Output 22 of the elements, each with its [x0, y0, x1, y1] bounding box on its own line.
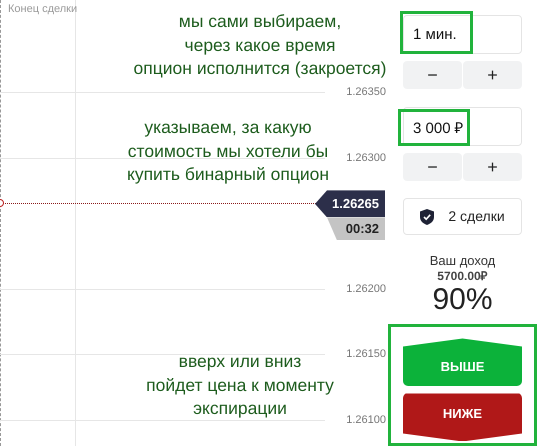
timer-tag: 00:32	[327, 217, 385, 240]
price-level-label: 1.26100	[346, 412, 386, 428]
price-level-label: 1.26350	[346, 84, 386, 100]
value-field[interactable]: 1 мин.	[403, 15, 522, 54]
price-level-label: 1.26200	[346, 281, 386, 296]
income-label: Ваш доход	[428, 253, 496, 269]
annotation-text: мы сами выбираем, через какое время опцион исполнится (закроется)	[134, 10, 386, 80]
lower-button[interactable]: НИЖЕ	[403, 393, 522, 442]
payout-percent: 90%	[431, 282, 494, 318]
price-level-label: 1.26300	[346, 150, 386, 166]
price-level-label: 1.26150	[346, 346, 386, 362]
deal-end-label: Конец сделки	[8, 3, 78, 16]
shield-check-icon	[420, 208, 434, 224]
annotation-text: указываем, за какую стоимость мы хотели бы купить бинарный опцион	[126, 116, 330, 186]
minus-button[interactable]: −	[403, 153, 462, 181]
income-amount: 5700.00₽	[436, 268, 489, 283]
annotation-text: вверх или вниз пойдет цена к моменту экспирации	[146, 350, 334, 420]
plus-button[interactable]: +	[463, 153, 522, 181]
minus-button[interactable]: −	[403, 61, 462, 89]
deals-button[interactable]: 2 сделки	[403, 198, 522, 235]
current-price-tag: 1.26265	[315, 190, 385, 218]
plus-button[interactable]: +	[463, 61, 522, 89]
